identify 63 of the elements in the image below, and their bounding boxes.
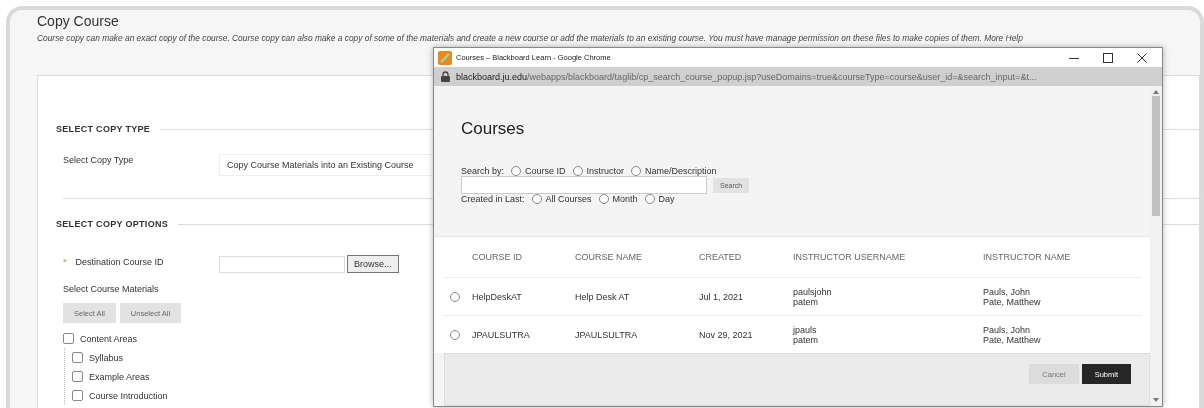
table-cell-text: Pate, Matthew [983, 334, 1042, 345]
checkbox-label: Content Areas [80, 333, 138, 344]
radio-label: Instructor [586, 166, 625, 176]
page-description: Course copy can make an exact copy of the course. Course copy can also make a copy of some of the materials and create a new course or add the materials to an existing course. You must have manage permission on these files to make copies of them. More Help [37, 33, 1024, 43]
radio-label: Month [612, 194, 638, 204]
table-cell-text: patem [793, 296, 818, 307]
checkbox[interactable] [72, 390, 83, 401]
field-label: Select Copy Type [63, 155, 135, 165]
table-cell-text: Pate, Matthew [983, 296, 1042, 307]
search-input[interactable] [461, 176, 707, 194]
row-radio-button[interactable] [450, 291, 460, 302]
column-header: COURSE NAME [575, 252, 643, 262]
radio-label: Name/Description [645, 166, 717, 176]
row-radio-button[interactable] [450, 329, 460, 340]
radio-label: Course ID [525, 166, 566, 176]
column-header: CREATED [699, 252, 743, 262]
table-cell-text: JPAULSULTRA [575, 329, 639, 340]
checkbox-label: Example Areas [89, 371, 150, 382]
app-icon [438, 50, 452, 65]
table-cell-text: patem [793, 334, 819, 345]
table-cell-text: HelpDeskAT [472, 291, 523, 302]
table-cell-text: Pauls, John [983, 324, 1032, 335]
maximize-icon[interactable] [1102, 51, 1114, 64]
checkbox[interactable] [63, 333, 74, 344]
required-mark: * [63, 257, 67, 267]
url-text: blackboard.ju.edu/webapps/blackboard/taglib/cp_search_course_popup.jsp?useDomains=true&courseType=course&user_id=&search_input=&t... [456, 71, 1037, 82]
scroll-up-icon[interactable] [1153, 90, 1159, 94]
search-by-label: Search by: [461, 166, 505, 176]
checkbox[interactable] [72, 352, 83, 363]
checkbox-label: Course Introduction [89, 390, 168, 401]
address-bar[interactable]: blackboard.ju.edu/webapps/blackboard/taglib/cp_search_course_popup.jsp?useDomains=true&courseType=course&user_id=&search_input=&t... [434, 67, 1162, 86]
field-label-text: Destination Course ID [75, 257, 164, 267]
radio-button[interactable] [598, 194, 609, 204]
checkbox[interactable] [72, 371, 83, 382]
section-heading: SELECT COPY TYPE [56, 124, 151, 134]
table-cell-text: Jul 1, 2021 [699, 291, 745, 302]
table-cell-text: Nov 29, 2021 [699, 329, 754, 340]
table-cell-text: paulsjohn [793, 286, 833, 297]
table-cell-text: JPAULSUTRA [472, 329, 531, 340]
table-cell-text: Pauls, John [983, 286, 1032, 297]
more-help-link[interactable]: More Help [984, 33, 1023, 43]
table-cell-text: jpauls [793, 324, 818, 335]
scroll-down-icon[interactable] [1153, 398, 1159, 402]
destination-input[interactable] [219, 255, 345, 273]
radio-button[interactable] [531, 194, 542, 204]
browse-button[interactable]: Browse... [347, 255, 399, 273]
page-title: Copy Course [37, 13, 120, 30]
section-heading: SELECT COPY OPTIONS [56, 219, 169, 229]
radio-label: All Courses [545, 194, 592, 204]
radio-button[interactable] [644, 194, 655, 204]
column-header: INSTRUCTOR NAME [983, 252, 1072, 262]
checkbox-label: Syllabus [89, 352, 124, 363]
field-label: Select Course Materials [63, 284, 159, 294]
popup-heading: Courses [461, 119, 526, 139]
lock-icon [441, 71, 450, 82]
scrollbar-thumb[interactable] [1152, 96, 1160, 216]
table-cell-text: Help Desk AT [575, 291, 631, 302]
created-label: Created in Last: [461, 194, 525, 204]
close-icon[interactable] [1136, 51, 1148, 64]
column-header: COURSE ID [472, 252, 523, 262]
column-header: INSTRUCTOR USERNAME [793, 252, 907, 262]
scrollbar[interactable] [1150, 86, 1162, 406]
radio-label: Day [658, 194, 675, 204]
